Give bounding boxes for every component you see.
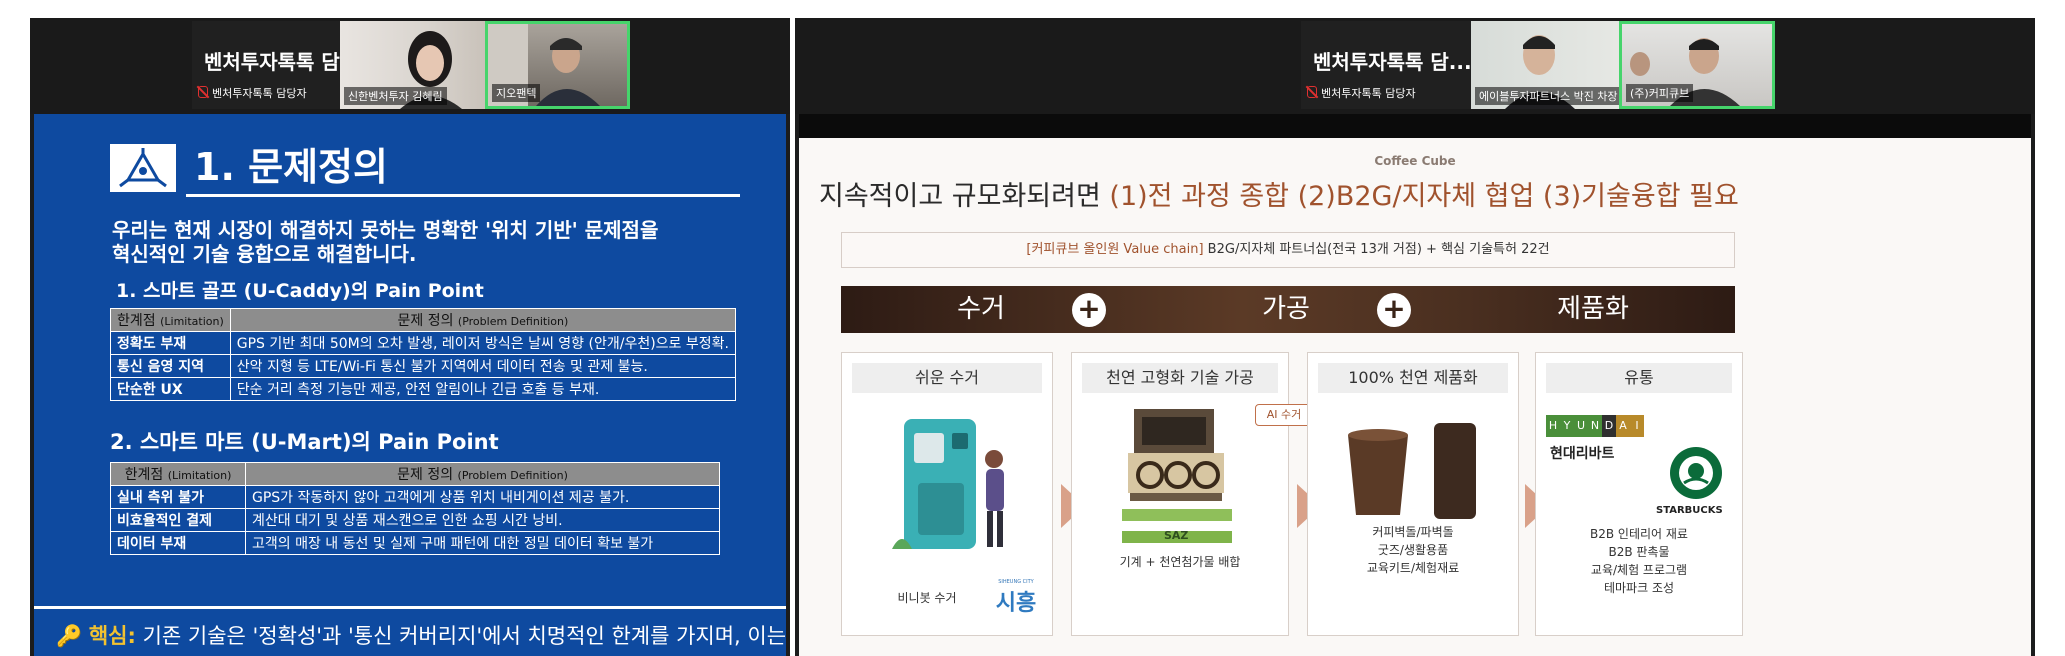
slide-top-black-band xyxy=(799,114,2031,138)
starbucks-wordmark: STARBUCKS xyxy=(1656,505,1723,516)
card-caption-line: 교육키트/체험재료 xyxy=(1366,561,1460,575)
key-icon: 🔑 xyxy=(56,624,83,648)
participant-label: (주)커피큐브 xyxy=(1626,84,1694,102)
starbucks-logo xyxy=(1670,447,1722,499)
host-name: 벤처투자톡톡 담... xyxy=(1313,50,1472,74)
hyundai-logo: H Y U N D A I xyxy=(1546,415,1644,437)
table-row: 단순한 UX 단순 거리 측정 기능만 제공, 안전 알림이나 긴급 호출 등 부… xyxy=(110,377,736,401)
card-caption-line: 굿즈/생활용품 xyxy=(1377,543,1449,557)
headline-accent: (1)전 과정 종합 (2)B2G/지자체 협업 (3)기술융합 필요 xyxy=(1109,181,1739,212)
participant-tile-active-speaker[interactable]: 지오팬텍 xyxy=(485,21,630,109)
section-2-heading: 2. 스마트 마트 (U-Mart)의 Pain Point xyxy=(110,430,499,454)
table-row: 실내 측위 불가 GPS가 작동하지 않아 고객에게 상품 위치 내비게이션 제공… xyxy=(110,485,720,509)
core-divider xyxy=(34,606,786,609)
left-meeting-window: 벤처투자톡톡 담... 벤처투자톡톡 담당자 신한벤처투자 김혜림 지오팬텍 1… xyxy=(30,18,790,656)
stage-label: 제품화 xyxy=(1557,294,1629,324)
card-title: 천연 고형화 기술 가공 xyxy=(1082,363,1278,393)
table-row: 통신 음영 지역 산악 지형 등 LTE/Wi-Fi 통신 불가 지역에서 데이터… xyxy=(110,354,736,378)
card-title: 유통 xyxy=(1546,363,1732,393)
table-row: 데이터 부재 고객의 매장 내 동선 및 실제 구매 패턴에 대한 정밀 데이터 … xyxy=(110,531,720,555)
participant-tile[interactable]: 에이블투자파트너스 박진 차장 xyxy=(1471,21,1619,109)
value-chain-text: B2G/지자체 파트너십(전국 13개 거점) + 핵심 기술특허 22건 xyxy=(1203,242,1550,257)
value-card-productization: 100% 천연 제품화 커피벽돌/파벽돌 굿즈/생활용품 교육키트/체험재료 xyxy=(1307,352,1519,636)
pain-point-table-2: 한계점 (Limitation) 문제 정의 (Problem Definiti… xyxy=(110,462,720,555)
mic-muted-icon xyxy=(198,86,208,98)
slide-intro-line-2: 혁신적인 기술 융합으로 해결합니다. xyxy=(112,242,417,266)
slide-logo xyxy=(110,144,176,192)
hyundai-livart-name: 현대리바트 xyxy=(1550,446,1615,462)
table-row: 비효율적인 결제 계산대 대기 및 상품 재스캔으로 인한 쇼핑 시간 낭비. xyxy=(110,508,720,532)
right-host-card[interactable]: 벤처투자톡톡 담... 벤처투자톡톡 담당자 xyxy=(1301,21,1472,109)
stage-header-band: 수거 가공 제품화 xyxy=(841,286,1735,333)
participant-tile-active-speaker[interactable]: (주)커피큐브 xyxy=(1619,21,1775,109)
value-card-collection: 쉬운 수거 비니봇 수거 SIHEUNG CITY 시흥 xyxy=(841,352,1053,636)
core-label: 핵심: xyxy=(88,624,136,648)
card-caption-line: B2B 판촉물 xyxy=(1608,545,1670,559)
title-underline xyxy=(186,194,740,197)
card-title: 100% 천연 제품화 xyxy=(1318,363,1508,393)
value-card-processing: 천연 고형화 기술 가공 SAZ 기계 + 천연첨가물 배합 xyxy=(1071,352,1289,636)
participant-label: 지오팬텍 xyxy=(492,84,541,102)
col-header: 한계점 xyxy=(124,467,164,483)
card-title: 쉬운 수거 xyxy=(852,363,1042,393)
participant-label: 에이블투자파트너스 박진 차장 xyxy=(1475,87,1619,105)
value-card-distribution: 유통 H Y U N D A I 현대리바트 STARBUCKS B2B 인테리… xyxy=(1535,352,1743,636)
col-header: 한계점 xyxy=(117,313,156,329)
card-caption-line: 커피벽돌/파벽돌 xyxy=(1372,525,1454,539)
siheung-logo: SIHEUNG CITY 시흥 xyxy=(995,579,1037,616)
right-meeting-window: 벤처투자톡톡 담... 벤처투자톡톡 담당자 에이블투자파트너스 박진 차장 (… xyxy=(795,18,2035,656)
core-text: 기존 기술은 '정확성'과 '통신 커버리지'에서 치명적인 한계를 가지며, … xyxy=(142,624,786,648)
collection-robot-illustration xyxy=(892,419,1004,549)
value-chain-tag: [커피큐브 올인원 Value chain] xyxy=(1026,242,1204,257)
brand-label: Coffee Cube xyxy=(1374,154,1456,168)
card-caption-line: B2B 인테리어 재료 xyxy=(1590,527,1688,541)
section-1-heading: 1. 스마트 골프 (U-Caddy)의 Pain Point xyxy=(116,280,484,302)
left-host-card[interactable]: 벤처투자톡톡 담... 벤처투자톡톡 담당자 xyxy=(192,21,363,109)
shared-slide-left: 1. 문제정의 우리는 현재 시장이 해결하지 못하는 명확한 '위치 기반' … xyxy=(34,114,786,656)
slide-title: 1. 문제정의 xyxy=(194,145,388,189)
mic-muted-icon xyxy=(1307,86,1317,98)
pain-point-table-1: 한계점 (Limitation) 문제 정의 (Problem Definiti… xyxy=(110,308,736,401)
participant-tile[interactable]: 신한벤처투자 김혜림 xyxy=(340,21,485,109)
shared-slide-right: Coffee Cube 지속적이고 규모화되려면 (1)전 과정 종합 (2)B… xyxy=(799,138,2031,656)
table-row: 정확도 부재 GPS 기반 최대 50M의 오차 발생, 레이저 방식은 날씨 영… xyxy=(110,331,736,355)
logo-triangle-icon xyxy=(119,148,167,188)
ai-collection-tag: AI 수거 xyxy=(1255,404,1313,426)
card-caption: 기계 + 천연첨가물 배합 xyxy=(1119,555,1241,569)
participant-label: 신한벤처투자 김혜림 xyxy=(344,87,447,105)
card-caption-line: 교육/체험 프로그램 xyxy=(1590,563,1688,577)
card-caption-line: 테마파크 조성 xyxy=(1603,581,1675,595)
host-label: 벤처투자톡톡 담당자 xyxy=(212,87,307,100)
host-name: 벤처투자톡톡 담... xyxy=(204,50,363,74)
plus-icon: + xyxy=(1072,293,1106,327)
host-label: 벤처투자톡톡 담당자 xyxy=(1321,87,1416,100)
value-chain-bar: [커피큐브 올인원 Value chain] B2G/지자체 파트너십(전국 1… xyxy=(841,232,1735,268)
col-header: 문제 정의 xyxy=(397,467,454,483)
product-sticker: SAZ xyxy=(1164,529,1189,542)
plus-icon: + xyxy=(1377,293,1411,327)
headline-plain: 지속적이고 규모화되려면 xyxy=(819,181,1110,212)
col-header: 문제 정의 xyxy=(397,313,454,329)
